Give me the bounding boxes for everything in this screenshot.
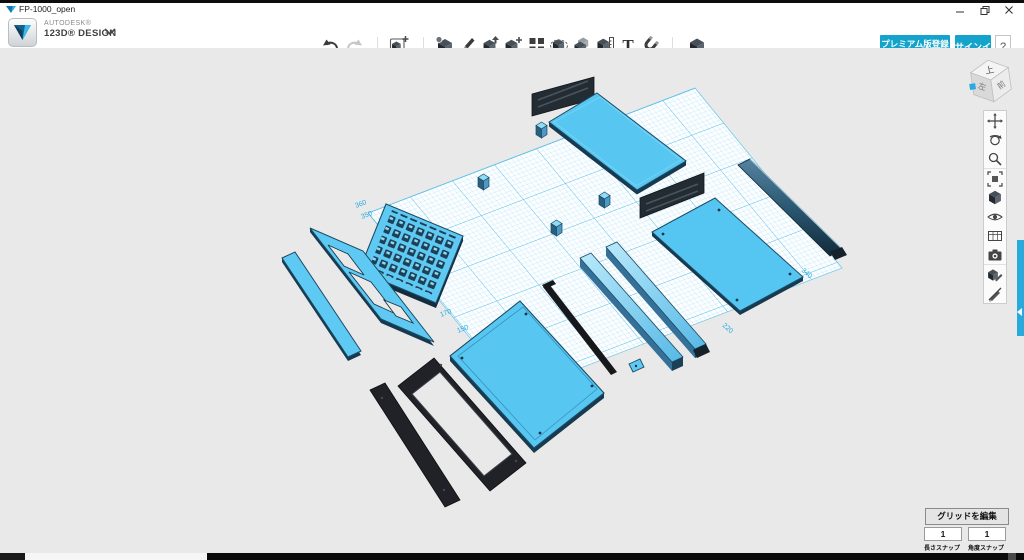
part-standoff-cube-3[interactable] [551,220,562,236]
angle-snap-label: 角度スナップ [966,543,1006,552]
zoom-tool[interactable] [984,149,1006,168]
length-snap-label: 長さスナップ [922,543,962,552]
shaded-view-tool[interactable] [984,188,1006,207]
viewcube-corner-highlight[interactable] [969,83,976,90]
window-title: FP-1000_open [19,4,75,14]
grid-label: 360 [354,199,368,210]
part-standoff-cube-2[interactable] [536,122,547,138]
main-toolbar: AUTODESK® 123D® DESIGN [0,16,1024,49]
scene-canvas: 360 350 170 150 220 340 [0,48,1024,553]
part-standoff-cube-4[interactable] [599,192,610,208]
pan-tool[interactable] [984,111,1006,130]
title-bar: FP-1000_open [0,3,1024,16]
sheet-grid-tool[interactable] [984,226,1006,245]
maximize-button[interactable] [973,3,997,16]
length-snap-input[interactable]: 1 [924,527,962,541]
close-button[interactable] [997,3,1021,16]
edit-grid-button[interactable]: グリッドを編集 [925,508,1009,525]
view-cube[interactable]: 上 左 前 [965,55,1017,107]
grid-snap-panel: グリッドを編集 1 1 長さスナップ 角度スナップ [922,508,1012,525]
app-menu-logo[interactable] [8,18,37,47]
taskbar-sliver [0,553,1024,560]
grid-label: 220 [721,322,734,335]
fit-tool[interactable] [984,168,1006,188]
part-corner-clip[interactable] [629,359,644,372]
grid-label: 350 [360,210,374,221]
minimize-button[interactable] [948,3,972,16]
grid-label: 170 [439,308,453,319]
orbit-tool[interactable] [984,130,1006,149]
hide-sketches-tool[interactable] [984,284,1006,303]
collapse-arrow-icon [1017,308,1022,316]
part-standoff-cube-1[interactable] [478,174,489,190]
navigation-toolbar [983,110,1007,304]
app-menu-chevron-icon[interactable] [104,28,116,36]
app-logo-icon [6,5,16,15]
panel-collapse-strip[interactable] [1017,240,1024,336]
angle-snap-input[interactable]: 1 [968,527,1006,541]
app-window: { "window": { "title": "FP-1000_open" },… [0,0,1024,560]
screenshot-tool[interactable] [984,245,1006,264]
viewport[interactable]: 360 350 170 150 220 340 [0,48,1024,553]
brand-line1: AUTODESK® [44,20,116,27]
material-edit-tool[interactable] [984,264,1006,284]
visibility-tool[interactable] [984,207,1006,226]
